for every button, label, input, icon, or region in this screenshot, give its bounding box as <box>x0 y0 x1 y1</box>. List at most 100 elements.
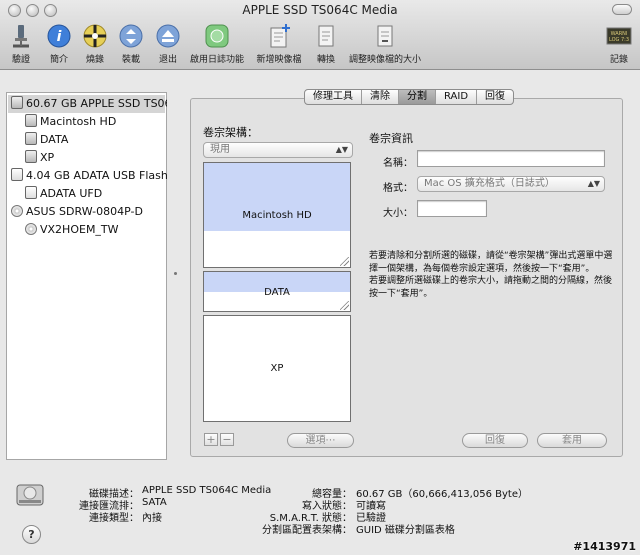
volume-item-adata-ufd[interactable]: ADATA UFD <box>25 185 167 203</box>
toolbar-toggle-button[interactable] <box>612 4 632 15</box>
window-title: APPLE SSD TS064C Media <box>242 3 398 17</box>
help-button[interactable]: ? <box>22 525 41 544</box>
volume-item-xp[interactable]: XP <box>25 149 167 167</box>
split-view-handle[interactable] <box>174 272 177 275</box>
disk-label: 4.04 GB ADATA USB Flash ... <box>26 169 167 182</box>
enable-journaling-label: 啟用日誌功能 <box>189 55 244 65</box>
partition-help-text: 若要清除和分割所選的磁碟，請從“卷宗架構”彈出式選單中選擇一個架構，為每個卷宗設… <box>369 250 617 300</box>
volume-label: ADATA UFD <box>40 187 103 200</box>
partition-map-label: 分割區配置表架構： <box>262 525 352 536</box>
help-paragraph-2: 若要調整所選磁碟上的卷宗大小，請拖動之間的分隔線，然後按一下“套用”。 <box>369 276 613 299</box>
volume-name-field[interactable] <box>417 150 605 167</box>
name-label: 名稱： <box>383 158 413 169</box>
volume-label: DATA <box>40 133 69 146</box>
volume-item-macintosh-hd[interactable]: Macintosh HD <box>25 113 167 131</box>
volume-item-data[interactable]: DATA <box>25 131 167 149</box>
resize-image-label: 調整映像檔的大小 <box>348 55 421 65</box>
hard-drive-icon <box>16 484 44 506</box>
mount-button[interactable]: 裝載 <box>114 22 148 68</box>
eject-button[interactable]: 退出 <box>151 22 185 68</box>
partition-name: XP <box>270 363 284 374</box>
volume-icon <box>25 114 37 127</box>
revert-button[interactable]: 回復 <box>462 433 528 448</box>
volume-size-field[interactable] <box>417 200 487 217</box>
resize-image-icon <box>377 25 393 47</box>
size-label: 大小： <box>383 208 413 219</box>
tab-bar: 修理工具 清除 分割 RAID 回復 <box>304 89 515 105</box>
svg-text:i: i <box>57 29 62 45</box>
eject-label: 退出 <box>158 55 177 65</box>
convert-icon <box>318 25 334 47</box>
apply-button[interactable]: 套用 <box>537 433 607 448</box>
partition-name: Macintosh HD <box>242 210 312 221</box>
format-label: 格式： <box>383 183 413 194</box>
volume-scheme-popup[interactable]: 現用 ▲▼ <box>203 142 353 158</box>
options-button[interactable]: 選項⋯ <box>287 433 354 448</box>
cd-icon <box>25 223 37 235</box>
resize-image-button[interactable]: 調整映像檔的大小 <box>346 22 424 68</box>
disk-label: 60.67 GB APPLE SSD TS064 <box>26 97 167 110</box>
partition-name: DATA <box>264 287 290 298</box>
journal-icon <box>205 24 229 48</box>
info-label: 簡介 <box>49 55 68 65</box>
volume-info-title: 卷宗資訊 <box>369 132 413 145</box>
partition-xp[interactable]: XP <box>203 315 351 422</box>
burn-button[interactable]: 燒錄 <box>78 22 112 68</box>
mount-icon <box>119 24 143 48</box>
convert-label: 轉換 <box>316 55 335 65</box>
resize-grip-icon[interactable] <box>340 301 349 310</box>
disk-item-apple-ssd[interactable]: 60.67 GB APPLE SSD TS064 <box>11 95 167 113</box>
disk-label: ASUS SDRW-0804P-D <box>26 205 143 218</box>
partition-macintosh-hd[interactable]: Macintosh HD <box>203 162 351 268</box>
volume-label: Macintosh HD <box>40 115 117 128</box>
svg-text:LOG 7:3: LOG 7:3 <box>609 37 629 43</box>
log-label: 記錄 <box>609 55 628 65</box>
tab-first-aid[interactable]: 修理工具 <box>305 90 362 104</box>
verify-label: 驗證 <box>11 55 30 65</box>
verify-button[interactable]: 驗證 <box>4 22 38 68</box>
burn-label: 燒錄 <box>85 55 104 65</box>
log-button[interactable]: WARNI LOG 7:3 記錄 <box>602 22 636 68</box>
partition-data[interactable]: DATA <box>203 271 351 312</box>
new-image-button[interactable]: 新增映像檔 <box>252 22 306 68</box>
add-partition-button[interactable]: + <box>204 433 218 446</box>
watermark: #1413971 <box>573 540 636 553</box>
burn-disc-icon <box>83 24 107 48</box>
volume-icon <box>25 186 37 199</box>
microscope-icon <box>13 25 29 48</box>
partition-map-value: GUID 磁碟分割區表格 <box>356 525 455 536</box>
tab-erase[interactable]: 清除 <box>362 90 399 104</box>
new-image-label: 新增映像檔 <box>256 55 302 65</box>
format-value: Mac OS 擴充格式（日誌式） <box>424 178 555 189</box>
log-icon: WARNI LOG 7:3 <box>606 27 632 45</box>
tab-partition[interactable]: 分割 <box>399 90 436 104</box>
disk-list[interactable]: 60.67 GB APPLE SSD TS064 Macintosh HD DA… <box>6 92 167 460</box>
disk-item-asus-sdrw[interactable]: ASUS SDRW-0804P-D <box>11 203 167 221</box>
connection-type-label: 連接類型： <box>89 513 139 524</box>
resize-grip-icon[interactable] <box>340 257 349 266</box>
enable-journaling-button[interactable]: 啟用日誌功能 <box>186 22 248 68</box>
eject-icon <box>156 24 180 48</box>
updown-arrow-icon: ▲▼ <box>587 179 600 188</box>
format-popup[interactable]: Mac OS 擴充格式（日誌式） ▲▼ <box>417 176 605 192</box>
volume-label: VX2HOEM_TW <box>40 223 119 236</box>
info-icon: i <box>47 24 71 48</box>
volume-scheme-value: 現用 <box>210 144 230 155</box>
convert-button[interactable]: 轉換 <box>309 22 343 68</box>
optical-drive-icon <box>11 205 23 217</box>
new-image-icon <box>270 24 290 48</box>
volume-item-vx2hoem[interactable]: VX2HOEM_TW <box>25 221 167 239</box>
info-button[interactable]: i 簡介 <box>42 22 76 68</box>
tab-restore[interactable]: 回復 <box>477 90 513 104</box>
hard-disk-icon <box>11 96 23 109</box>
volume-scheme-label: 卷宗架構： <box>203 126 258 139</box>
disk-item-adata-usb[interactable]: 4.04 GB ADATA USB Flash ... <box>11 167 167 185</box>
connection-type-value: 內接 <box>142 513 162 524</box>
remove-partition-button[interactable]: − <box>220 433 234 446</box>
volume-label: XP <box>40 151 55 164</box>
usb-drive-icon <box>11 168 23 181</box>
updown-arrow-icon: ▲▼ <box>335 145 348 154</box>
volume-icon <box>25 132 37 145</box>
tab-raid[interactable]: RAID <box>436 90 478 104</box>
connection-bus-value: SATA <box>142 497 167 508</box>
